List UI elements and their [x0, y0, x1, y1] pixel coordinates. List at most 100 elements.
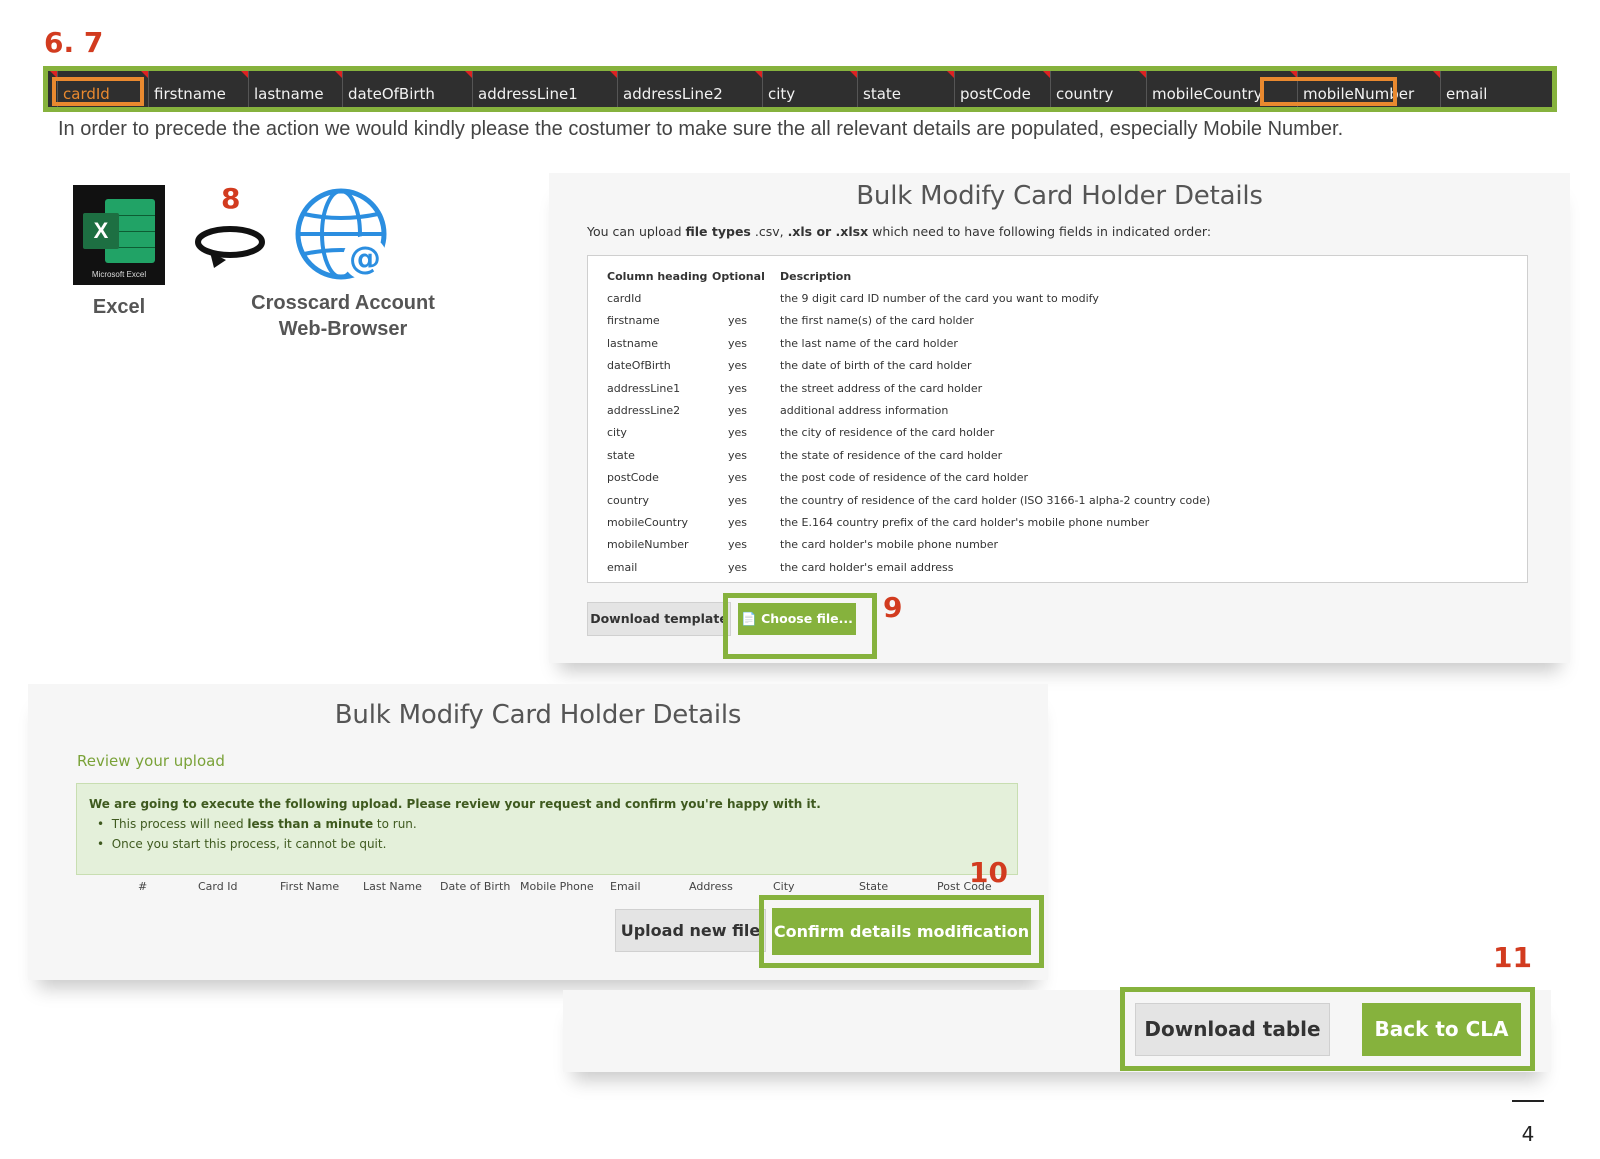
header-cell-country: country: [1056, 85, 1114, 103]
cell-field: addressLine1: [607, 381, 681, 395]
review-notice: We are going to execute the following up…: [76, 783, 1018, 875]
bulk-modify-review-panel: Bulk Modify Card Holder Details Review y…: [28, 684, 1048, 980]
comment-marker-icon: [755, 71, 762, 78]
cell-field: dateOfBirth: [607, 359, 671, 373]
header-cell-lastname: lastname: [254, 85, 324, 103]
header-cell-city: city: [768, 85, 796, 103]
header-separator: [762, 71, 763, 107]
cell-description: the post code of residence of the card h…: [780, 471, 1029, 485]
intro-part: You can upload: [587, 224, 686, 239]
step-label-6-7: 6. 7: [44, 26, 104, 59]
review-column-header: City: [773, 880, 795, 893]
cell-description: additional address information: [780, 404, 949, 417]
comment-marker-icon: [850, 71, 857, 78]
cell-field: addressLine2: [607, 404, 681, 417]
cell-optional: yes: [728, 516, 748, 529]
comment-marker-icon: [465, 71, 472, 78]
cell-field: email: [607, 560, 638, 574]
cell-field: mobileNumber: [607, 538, 689, 552]
header-separator: [1050, 71, 1051, 107]
review-column-header: Mobile Phone: [520, 880, 594, 893]
step-label-9: 9: [883, 591, 903, 624]
bullet-text: This process will need: [111, 817, 248, 831]
review-column-header: State: [859, 880, 889, 893]
comment-marker-icon: [610, 71, 617, 78]
panel-a-title: Bulk Modify Card Holder Details: [856, 181, 1263, 211]
step-label-10: 10: [969, 856, 1008, 889]
cell-field: country: [607, 493, 650, 507]
cell-optional: yes: [728, 493, 748, 507]
comment-marker-icon: [241, 71, 248, 78]
exchange-arrow-icon: [195, 226, 265, 268]
panel-b-title: Bulk Modify Card Holder Details: [334, 700, 742, 730]
comment-marker-icon: [1043, 71, 1050, 78]
download-template-button[interactable]: Download template: [587, 602, 731, 636]
browser-label: Crosscard Account Web-Browser: [243, 290, 443, 342]
header-separator: [1146, 71, 1147, 107]
header-cell-postCode: postCode: [960, 85, 1031, 103]
optional-header: Optional: [712, 270, 765, 283]
upload-new-file-button[interactable]: Upload new file: [615, 909, 766, 952]
cell-field: mobileCountry: [607, 516, 689, 529]
review-table-header: # Card Id First Name Last Name Date of Birth…: [88, 880, 1008, 896]
browser-label-line2: Web-Browser: [278, 318, 408, 340]
globe-at-icon: @: [295, 188, 387, 280]
review-column-header: #: [138, 880, 148, 893]
review-column-header: Card Id: [198, 880, 238, 893]
file-icon: 📄: [741, 611, 757, 626]
cell-description: the last name of the card holder: [780, 336, 958, 350]
cell-description: the 9 digit card ID number of the card y…: [780, 292, 1099, 305]
cell-field: postCode: [607, 471, 659, 485]
description-header: Description: [780, 270, 852, 283]
header-cell-addressLine1: addressLine1: [478, 85, 578, 103]
cell-field: firstname: [607, 314, 660, 328]
comment-marker-icon: [335, 71, 342, 78]
download-table-button[interactable]: Download table: [1135, 1003, 1330, 1056]
instruction-text: In order to precede the action we would …: [58, 118, 1344, 140]
choose-file-label: Choose file...: [761, 611, 853, 626]
excel-label: Excel: [92, 296, 146, 318]
header-separator: [857, 71, 858, 107]
excel-icon: X Microsoft Excel: [73, 185, 165, 285]
cell-description: the E.164 country prefix of the card hol…: [780, 516, 1150, 529]
cardid-highlight: [52, 77, 144, 106]
cell-optional: yes: [728, 404, 748, 417]
confirm-details-modification-button[interactable]: Confirm details modification: [772, 908, 1031, 955]
cell-optional: yes: [728, 448, 748, 462]
review-subtitle: Review your upload: [77, 752, 225, 770]
notice-bullet-1: • This process will need less than a min…: [97, 817, 417, 831]
notice-heading: We are going to execute the following up…: [89, 797, 821, 811]
page-number: 4: [1521, 1122, 1535, 1146]
cell-optional: yes: [728, 471, 748, 485]
cell-field: city: [607, 426, 627, 440]
bullet-text: to run.: [373, 817, 417, 831]
spreadsheet-header-row: cardId firstname lastname dateOfBirth addres…: [43, 66, 1557, 112]
header-cell-addressLine2: addressLine2: [623, 85, 723, 103]
header-separator: [148, 71, 149, 107]
choose-file-button[interactable]: 📄 Choose file...: [738, 603, 856, 635]
cell-description: the street address of the card holder: [780, 381, 983, 395]
cell-optional: yes: [728, 314, 748, 328]
header-cell-firstname: firstname: [154, 85, 226, 103]
header-separator: [1440, 71, 1441, 107]
header-cell-email: email: [1446, 85, 1488, 103]
intro-bold: .xls or .xlsx: [787, 224, 869, 239]
header-separator: [954, 71, 955, 107]
cell-optional: yes: [728, 359, 748, 373]
header-cell-dateOfBirth: dateOfBirth: [348, 85, 435, 103]
upload-intro-text: You can upload file types .csv, .xls or …: [587, 224, 1211, 239]
header-separator: [342, 71, 343, 107]
review-column-header: Address: [689, 880, 733, 893]
comment-marker-icon: [947, 71, 954, 78]
bullet-bold: less than a minute: [247, 817, 374, 831]
header-separator: [617, 71, 618, 107]
bulk-modify-upload-panel: Bulk Modify Card Holder Details You can …: [549, 173, 1570, 663]
cell-optional: yes: [728, 538, 748, 552]
cell-optional: yes: [728, 560, 748, 574]
cell-optional: yes: [728, 426, 748, 440]
back-to-cla-button[interactable]: Back to CLA: [1362, 1003, 1521, 1056]
header-separator: [472, 71, 473, 107]
header-cell-mobileCountry: mobileCountry: [1152, 85, 1263, 103]
intro-part: which need to have following fields in i…: [868, 224, 1212, 239]
cell-field: state: [607, 448, 635, 462]
